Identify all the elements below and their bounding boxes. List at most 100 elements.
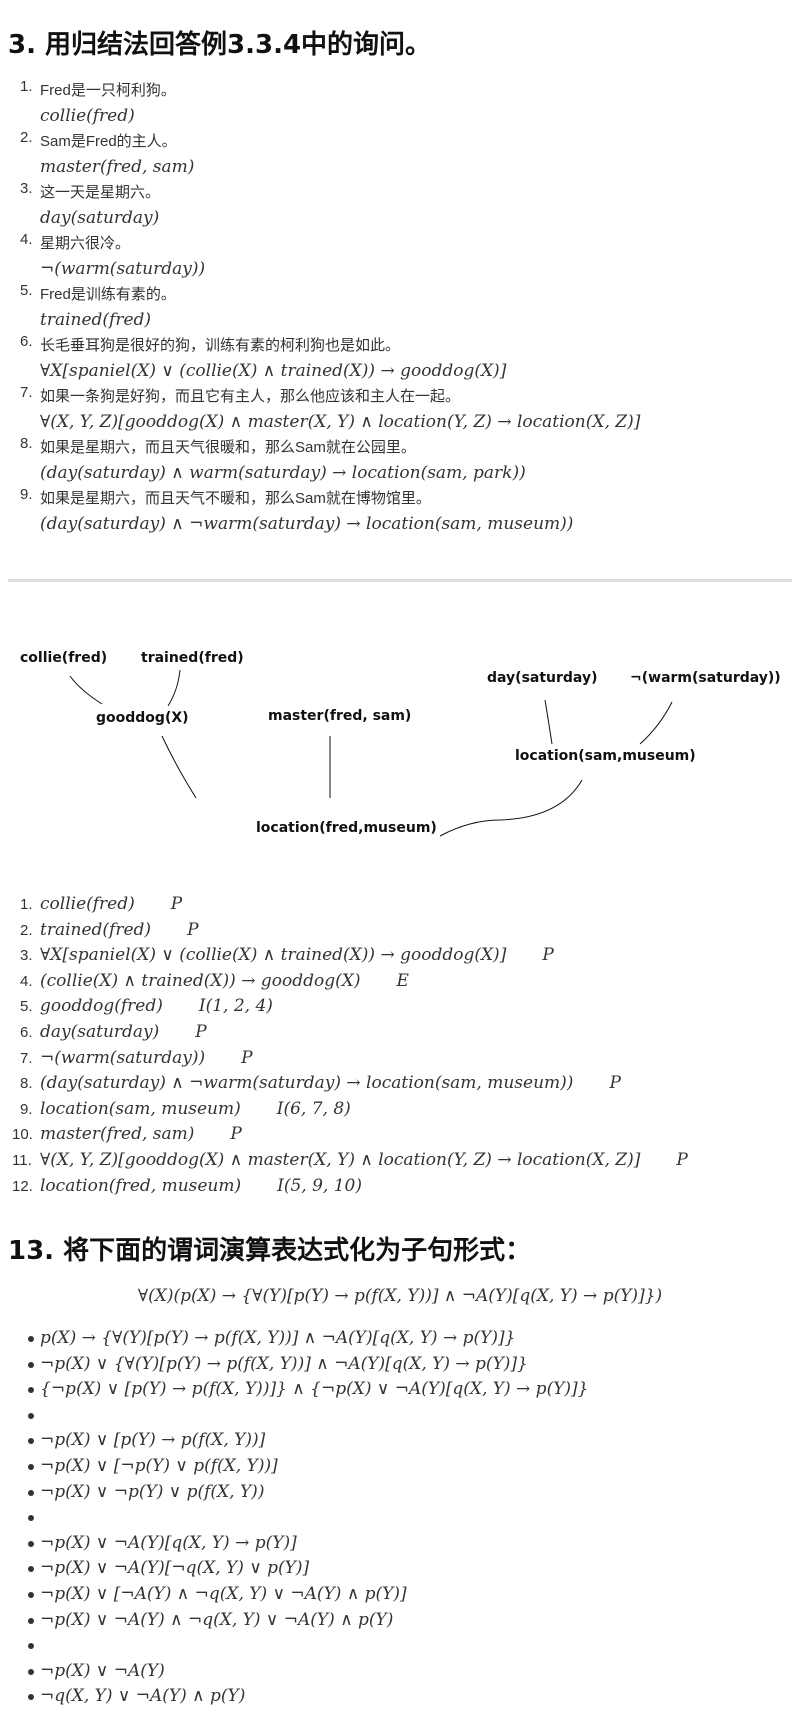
bullet-item [28,1403,589,1429]
proof-step: 6. day(saturday) P [20,1020,688,1046]
item-text: 如果一条狗是好狗，而且它有主人，那么他应该和主人在一起。 [40,388,461,405]
step-rule: P [676,1149,688,1170]
item-number: 3. [20,180,33,197]
step-number: 1. [20,896,33,913]
step-formula: location(sam, museum) [40,1098,241,1119]
node-collie-fred: collie(fred) [20,650,108,666]
step-formula: ∀X[spaniel(X) ∨ (collie(X) ∧ trained(X))… [40,945,507,966]
item-formula: ∀(X, Y, Z)[gooddog(X) ∧ master(X, Y) ∧ l… [40,412,641,432]
step-number: 5. [20,998,33,1016]
proof-step: 3. ∀X[spaniel(X) ∨ (collie(X) ∧ trained(X… [20,943,688,969]
node-master-fred-sam: master(fred, sam) [268,708,412,724]
edge-notwarm-sam [639,701,673,745]
proof-step: 8. (day(saturday) ∧ ¬warm(saturday) → loc… [20,1071,688,1097]
bullet-formula: ¬q(X, Y) ∨ ¬A(Y) ∧ p(Y) [40,1686,246,1707]
bullet-dot-icon [28,1463,34,1470]
step-number: 8. [20,1075,33,1093]
edge-day-sam [544,699,553,745]
step-formula: trained(fred) [40,919,152,940]
premise-list: 1. Fred是一只柯利狗。 collie(fred) 2. Sam是Fred的主人。… [0,78,640,537]
step-number: 2. [20,921,33,939]
step-number: 7. [20,1049,33,1067]
proof-step: 1. collie(fred) P [20,892,688,918]
item-formula: master(fred, sam) [40,157,195,177]
bullet-formula: ¬p(X) ∨ [¬p(Y) ∨ p(f(X, Y))] [40,1455,278,1476]
step-number: 12. [12,1177,33,1195]
proof-step: 5. gooddog(fred) I(1, 2, 4) [20,994,688,1020]
bullet-item: ¬p(X) ∨ ¬A(Y) [28,1659,589,1685]
bullet-dot-icon [28,1489,34,1496]
list-item: 5. Fred是训练有素的。 trained(fred) [20,282,640,333]
step-formula: master(fred, sam) [40,1124,195,1145]
node-not-warm-saturday: ¬(warm(saturday)) [630,670,781,686]
edge-trained-gooddog [167,669,181,707]
item-text: 这一天是星期六。 [40,184,161,201]
node-trained-fred: trained(fred) [141,650,244,666]
step-rule: I(1, 2, 4) [198,996,273,1017]
item-text: 星期六很冷。 [40,235,131,252]
item-number: 8. [20,435,33,452]
step-number: 9. [20,1100,33,1118]
step-formula: day(saturday) [40,1021,160,1042]
step-formula: (day(saturday) ∧ ¬warm(saturday) → locat… [40,1073,574,1094]
bullet-dot-icon [28,1438,34,1445]
proof-step: 12. location(fred, museum) I(5, 9, 10) [12,1174,688,1200]
item-text: 如果是星期六，而且天气很暖和，那么Sam就在公园里。 [40,439,416,456]
item-text: Fred是训练有素的。 [40,286,176,303]
item-text: Fred是一只柯利狗。 [40,82,176,99]
item-formula: (day(saturday) ∧ ¬warm(saturday) → locat… [40,514,574,534]
bullet-item: ¬p(X) ∨ ¬A(Y)[¬q(X, Y) ∨ p(Y)] [28,1556,589,1582]
bullet-dot-icon [28,1336,34,1342]
proof-step: 10. master(fred, sam) P [12,1122,688,1148]
step-number: 11. [12,1151,32,1169]
section-divider [8,579,792,582]
main-formula: ∀(X)(p(X) → {∀(Y)[p(Y) → p(f(X, Y))] ∧ ¬… [137,1286,663,1306]
step-number: 4. [20,972,33,990]
item-text: 如果是星期六，而且天气不暖和，那么Sam就在博物馆里。 [40,490,431,507]
bullet-item: p(X) → {∀(Y)[p(Y) → p(f(X, Y))] ∧ ¬A(Y)[… [28,1326,589,1352]
edge-gooddog-fred [161,735,197,799]
item-number: 2. [20,129,33,146]
step-number: 3. [20,947,33,965]
step-rule: P [170,894,183,914]
proof-step: 9. location(sam, museum) I(6, 7, 8) [20,1097,688,1123]
bullet-dot-icon [28,1591,34,1598]
node-location-fred-museum: location(fred,museum) [256,820,437,836]
edge-collie-gooddog [69,675,103,705]
step-formula: collie(fred) [40,894,135,914]
bullet-formula: ¬p(X) ∨ ¬A(Y) [40,1660,165,1681]
resolution-diagram: collie(fred) trained(fred) gooddog(X) ma… [0,640,800,860]
proof-step: 7. ¬(warm(saturday)) P [20,1046,688,1072]
bullet-dot-icon [28,1387,34,1394]
item-formula: trained(fred) [40,310,152,330]
edge-sam-fred [439,779,583,837]
bullet-formula: ¬p(X) ∨ ¬p(Y) ∨ p(f(X, Y)) [40,1481,265,1502]
bullet-formula: ¬p(X) ∨ ¬A(Y) ∧ ¬q(X, Y) ∨ ¬A(Y) ∧ p(Y) [40,1609,394,1630]
proof-step: 2. trained(fred) P [20,918,688,944]
step-formula: ∀(X, Y, Z)[gooddog(X) ∧ master(X, Y) ∧ l… [40,1149,641,1170]
step-rule: P [609,1073,621,1094]
bullet-item: ¬p(X) ∨ [¬p(Y) ∨ p(f(X, Y))] [28,1454,589,1480]
bullet-dot-icon [28,1566,34,1573]
bullet-item: ¬q(X, Y) ∨ ¬A(Y) ∧ p(Y) [28,1684,589,1710]
list-item: 1. Fred是一只柯利狗。 collie(fred) [20,78,640,129]
bullet-dot-icon [28,1694,34,1701]
item-formula: (day(saturday) ∧ warm(saturday) → locati… [40,463,526,483]
bullet-formula: {¬p(X) ∨ [p(Y) → p(f(X, Y))]} ∧ {¬p(X) ∨… [40,1379,589,1400]
item-text: 长毛垂耳狗是很好的狗，训练有素的柯利狗也是如此。 [40,337,401,354]
bullet-dot-icon [28,1617,34,1624]
item-number: 7. [20,384,33,401]
bullet-item: ¬p(X) ∨ [¬A(Y) ∧ ¬q(X, Y) ∨ ¬A(Y) ∧ p(Y)… [28,1582,589,1608]
bullet-formula: ¬p(X) ∨ [p(Y) → p(f(X, Y))] [40,1430,266,1451]
item-formula: day(saturday) [40,208,160,228]
step-formula: location(fred, museum) [40,1175,242,1196]
list-item: 7. 如果一条狗是好狗，而且它有主人，那么他应该和主人在一起。 ∀(X, Y, Z)… [20,384,641,435]
bullet-item: ¬p(X) ∨ ¬A(Y) ∧ ¬q(X, Y) ∨ ¬A(Y) ∧ p(Y) [28,1608,589,1634]
bullet-formula: ¬p(X) ∨ ¬A(Y)[¬q(X, Y) ∨ p(Y)] [40,1558,310,1579]
node-gooddog: gooddog(X) [96,710,189,726]
step-number: 10. [12,1126,33,1144]
bullet-item [28,1505,589,1531]
item-formula: ∀X[spaniel(X) ∨ (collie(X) ∧ trained(X))… [40,361,507,381]
proof-step: 4. (collie(X) ∧ trained(X)) → gooddog(X) E [20,969,688,995]
bullet-dot-icon [28,1643,34,1650]
